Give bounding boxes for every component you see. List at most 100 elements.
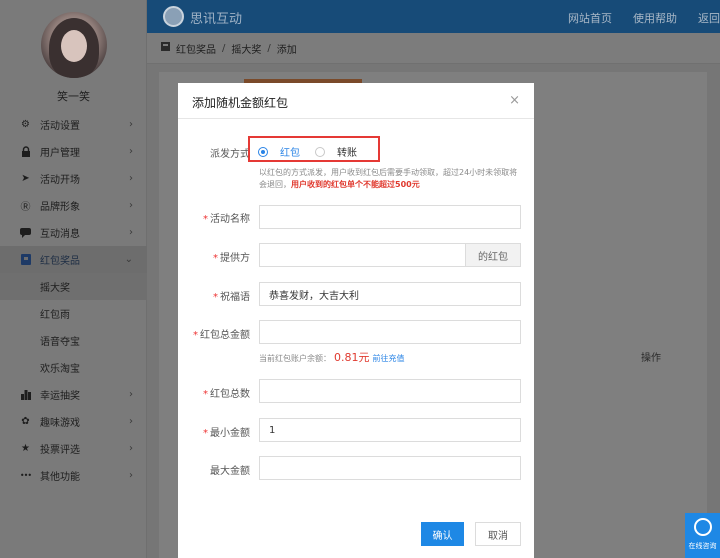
sidebar-item-label: 用户管理 xyxy=(40,148,80,159)
close-icon[interactable]: × xyxy=(509,93,520,108)
link-back[interactable]: 返回 xyxy=(698,10,720,26)
chevron-right-icon: › xyxy=(129,227,133,238)
sidebar-item-label: 品牌形象 xyxy=(40,202,80,213)
username: 笑一笑 xyxy=(57,90,90,103)
min-amount-label: * 最小金额 xyxy=(203,428,250,439)
provider-input[interactable] xyxy=(259,243,466,267)
avatar[interactable] xyxy=(41,12,107,78)
chevron-right-icon: › xyxy=(129,443,133,454)
sidebar-item-messages[interactable]: 互动消息 › xyxy=(0,219,147,246)
total-amount-label: * 红包总金额 xyxy=(193,330,250,341)
payout-method-label: 派发方式 xyxy=(210,149,250,160)
sidebar-item-label: 其他功能 xyxy=(40,472,80,483)
sidebar-item-label: 趣味游戏 xyxy=(40,418,80,429)
sidebar-item-label: 活动开场 xyxy=(40,175,80,186)
brand-icon: Ⓡ xyxy=(20,202,31,213)
modal-title: 添加随机金额红包 xyxy=(192,96,289,110)
total-count-label: * 红包总数 xyxy=(203,389,250,400)
cancel-button[interactable]: 取消 xyxy=(475,522,521,546)
lock-icon xyxy=(20,146,31,157)
sidebar-item-label: 投票评选 xyxy=(40,445,80,456)
provider-suffix: 的红包 xyxy=(466,243,521,267)
radio-label: 红包 xyxy=(280,148,300,159)
max-amount-input[interactable] xyxy=(259,456,521,480)
more-icon: ••• xyxy=(19,471,32,480)
gear-icon: ⚙ xyxy=(21,119,30,130)
header-links: 网站首页 使用帮助 返回 xyxy=(568,10,720,26)
star-icon: ★ xyxy=(21,443,30,454)
account-balance: 当前红包账户余额： 0.81元 前往充值 xyxy=(259,349,405,365)
greeting-input[interactable]: 恭喜发财，大吉大利 xyxy=(259,282,521,306)
breadcrumb-icon xyxy=(161,42,170,54)
add-random-redpacket-modal: 添加随机金额红包 × 派发方式 红包 转账 以红包的方式派发，用户收到红包后需要… xyxy=(178,83,534,558)
sidebar-item-label: 红包奖品 xyxy=(40,256,80,267)
sidebar-item-lucky-draw[interactable]: 幸运抽奖 › xyxy=(0,381,147,408)
breadcrumb-separator: / xyxy=(222,42,226,54)
logo-text: 思讯互动 xyxy=(190,12,243,27)
total-count-input[interactable] xyxy=(259,379,521,403)
radio-unchecked-icon xyxy=(315,146,325,157)
chevron-right-icon: › xyxy=(129,200,133,211)
link-home[interactable]: 网站首页 xyxy=(568,10,612,26)
sidebar-subitem-redpacket-rain[interactable]: 红包雨 xyxy=(0,300,147,327)
chevron-right-icon: › xyxy=(129,173,133,184)
radio-label: 转账 xyxy=(337,148,357,159)
link-help[interactable]: 使用帮助 xyxy=(633,10,677,26)
top-header: 思讯互动 网站首页 使用帮助 返回 xyxy=(147,0,720,33)
breadcrumb-item-redpacket[interactable]: 红包奖品 xyxy=(176,41,216,56)
chevron-right-icon: › xyxy=(129,119,133,130)
chevron-right-icon: › xyxy=(129,146,133,157)
redpacket-icon xyxy=(20,254,31,265)
table-header-operation: 操作 xyxy=(641,353,661,364)
sidebar-subitem-shake-prize[interactable]: 摇大奖 xyxy=(0,273,147,300)
activity-name-input[interactable] xyxy=(259,205,521,229)
provider-label: * 提供方 xyxy=(213,253,250,264)
headset-icon xyxy=(693,518,712,536)
game-icon: ✿ xyxy=(21,416,30,427)
modal-header: 添加随机金额红包 × xyxy=(178,83,534,119)
chevron-right-icon: › xyxy=(129,470,133,481)
sidebar: 笑一笑 ⚙ 活动设置 › 用户管理 › ➤ 活动开场 › Ⓡ 品牌形象 › 互动… xyxy=(0,0,147,558)
radio-transfer[interactable]: 转账 xyxy=(315,144,357,159)
sidebar-item-voting[interactable]: ★ 投票评选 › xyxy=(0,435,147,462)
min-amount-input[interactable]: 1 xyxy=(259,418,521,442)
chart-icon xyxy=(20,389,31,400)
breadcrumb-item-shake[interactable]: 摇大奖 xyxy=(231,41,261,56)
online-consult-button[interactable]: 在线咨询 xyxy=(685,513,720,558)
balance-prefix: 当前红包账户余额： xyxy=(259,354,331,363)
sidebar-item-redpacket-prizes[interactable]: 红包奖品 ⌄ xyxy=(0,246,147,273)
activity-name-label: * 活动名称 xyxy=(203,214,250,225)
sidebar-item-other[interactable]: ••• 其他功能 › xyxy=(0,462,147,489)
radio-checked-icon xyxy=(258,146,268,157)
chevron-right-icon: › xyxy=(129,416,133,427)
sidebar-item-activity-settings[interactable]: ⚙ 活动设置 › xyxy=(0,111,147,138)
radio-redpacket[interactable]: 红包 xyxy=(258,144,300,159)
breadcrumb: 红包奖品 / 摇大奖 / 添加 xyxy=(147,33,720,64)
sidebar-item-user-management[interactable]: 用户管理 › xyxy=(0,138,147,165)
logo-icon xyxy=(163,6,184,27)
breadcrumb-separator: / xyxy=(267,42,271,54)
sidebar-item-brand[interactable]: Ⓡ 品牌形象 › xyxy=(0,192,147,219)
sidebar-subitem-happy-taobao[interactable]: 欢乐淘宝 xyxy=(0,354,147,381)
payout-hint-warning: 用户收到的红包单个不能超过500元 xyxy=(291,180,420,189)
chevron-down-icon: ⌄ xyxy=(124,254,133,265)
total-amount-input[interactable] xyxy=(259,320,521,344)
sidebar-subitem-voice-treasure[interactable]: 语音夺宝 xyxy=(0,327,147,354)
sidebar-item-activity-open[interactable]: ➤ 活动开场 › xyxy=(0,165,147,192)
greeting-label: * 祝福语 xyxy=(213,292,250,303)
sidebar-item-label: 幸运抽奖 xyxy=(40,391,80,402)
online-consult-label: 在线咨询 xyxy=(688,542,717,550)
sidebar-item-fun-games[interactable]: ✿ 趣味游戏 › xyxy=(0,408,147,435)
chevron-right-icon: › xyxy=(129,389,133,400)
recharge-link[interactable]: 前往充值 xyxy=(373,353,405,364)
balance-amount: 0.81元 xyxy=(334,351,370,364)
send-icon: ➤ xyxy=(21,173,30,184)
payout-hint: 以红包的方式派发，用户收到红包后需要手动领取，超过24小时未领取将会退回，用户收… xyxy=(259,167,521,191)
max-amount-label: 最大金额 xyxy=(210,466,250,477)
chat-icon xyxy=(20,227,31,238)
sidebar-nav: ⚙ 活动设置 › 用户管理 › ➤ 活动开场 › Ⓡ 品牌形象 › 互动消息 › xyxy=(0,111,147,489)
confirm-button[interactable]: 确认 xyxy=(421,522,464,546)
sidebar-item-label: 互动消息 xyxy=(40,229,80,240)
breadcrumb-item-add: 添加 xyxy=(276,44,297,56)
sidebar-item-label: 活动设置 xyxy=(40,121,80,132)
